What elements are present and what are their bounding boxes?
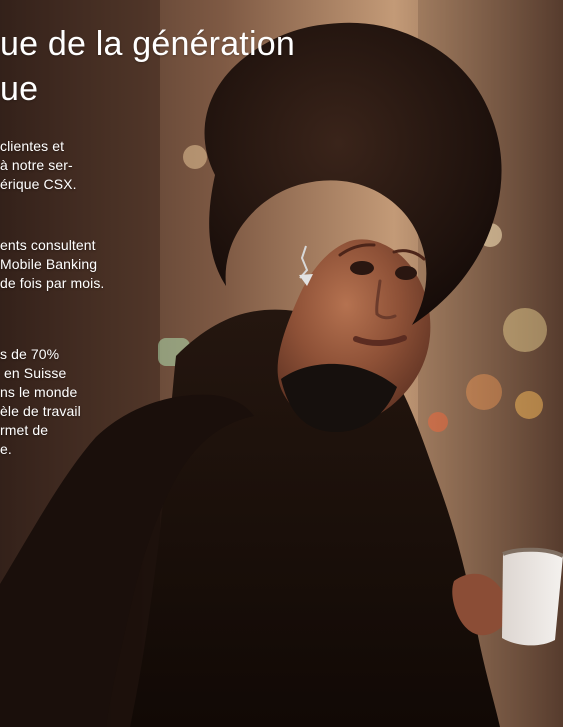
paragraph-1: clientes et à notre ser- érique CSX. <box>0 138 77 192</box>
paragraph-2: ents consultent Mobile Banking de fois p… <box>0 237 105 291</box>
bokeh-light-3 <box>503 308 547 352</box>
paragraph-3: s de 70% en Suisse ns le monde èle de tr… <box>0 346 81 457</box>
headline-line-1: ue de la génération <box>0 25 295 63</box>
bokeh-light-7 <box>183 145 207 169</box>
coffee-cup <box>502 549 563 646</box>
headline-line-2: ue <box>0 70 39 108</box>
bokeh-light-5 <box>515 391 543 419</box>
city-portrait-photo <box>0 0 563 727</box>
portrait-illustration <box>0 0 563 727</box>
bokeh-light-4 <box>466 374 502 410</box>
hero-screen: ue de la génération ue clientes et à not… <box>0 0 563 727</box>
right-eye <box>395 266 417 280</box>
bokeh-light-6 <box>428 412 448 432</box>
left-eye <box>350 261 374 275</box>
